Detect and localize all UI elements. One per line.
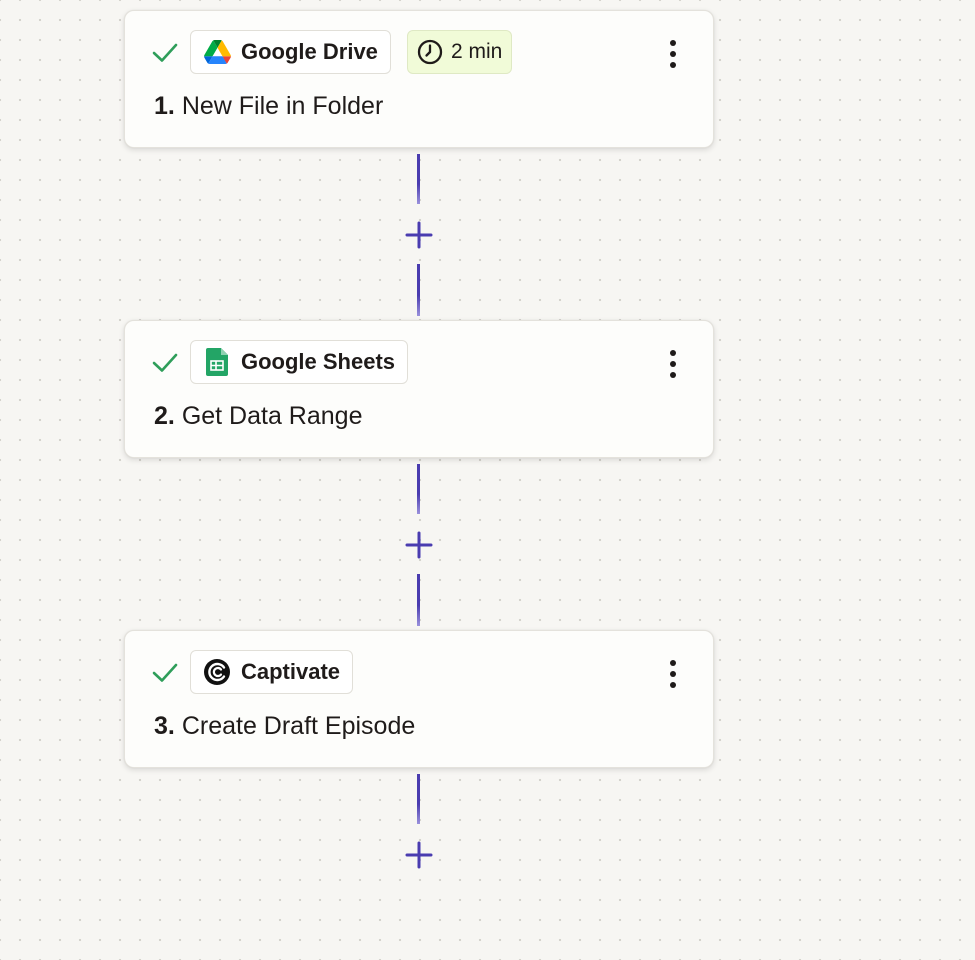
google-drive-icon [203, 38, 231, 66]
workflow-canvas: Google Drive 2 min 1. New File in Folder [0, 0, 975, 960]
check-icon [152, 353, 178, 372]
more-vertical-icon[interactable] [659, 657, 687, 691]
step-title: 1. New File in Folder [154, 92, 383, 121]
app-chip-google-drive[interactable]: Google Drive [190, 30, 391, 74]
connector-line [417, 264, 420, 316]
app-chip-google-sheets[interactable]: Google Sheets [190, 340, 409, 384]
step-name: New File in Folder [181, 92, 384, 120]
add-step-button[interactable] [404, 220, 434, 250]
connector-line [417, 574, 420, 626]
add-step-button[interactable] [404, 840, 434, 870]
check-icon [152, 663, 178, 682]
captivate-icon [203, 658, 231, 686]
more-vertical-icon[interactable] [659, 347, 687, 381]
app-name: Captivate [241, 659, 341, 684]
check-icon [152, 43, 178, 62]
plus-icon [405, 221, 433, 249]
step-card-3[interactable]: Captivate 3. Create Draft Episode [124, 630, 714, 768]
time-badge-label: 2 min [451, 40, 503, 63]
plus-icon [405, 841, 433, 869]
step-card-2[interactable]: Google Sheets 2. Get Data Range [124, 320, 714, 458]
step-number: 1. [154, 92, 175, 120]
step-number: 3. [154, 712, 175, 740]
plus-icon [405, 531, 433, 559]
time-badge: 2 min [407, 30, 513, 74]
app-name: Google Drive [241, 39, 378, 64]
step-title: 2. Get Data Range [154, 402, 362, 431]
step-number: 2. [154, 402, 175, 430]
app-name: Google Sheets [241, 349, 396, 374]
more-vertical-icon[interactable] [659, 37, 687, 71]
clock-icon [417, 39, 443, 65]
connector-line [417, 464, 420, 514]
add-step-button[interactable] [404, 530, 434, 560]
step-name: Create Draft Episode [181, 712, 416, 740]
step-card-1[interactable]: Google Drive 2 min 1. New File in Folder [124, 10, 714, 148]
connector-line [417, 154, 420, 204]
step-title: 3. Create Draft Episode [154, 712, 415, 741]
google-sheets-icon [203, 348, 231, 376]
connector-line [417, 774, 420, 824]
step-name: Get Data Range [181, 402, 363, 430]
app-chip-captivate[interactable]: Captivate [190, 650, 354, 694]
